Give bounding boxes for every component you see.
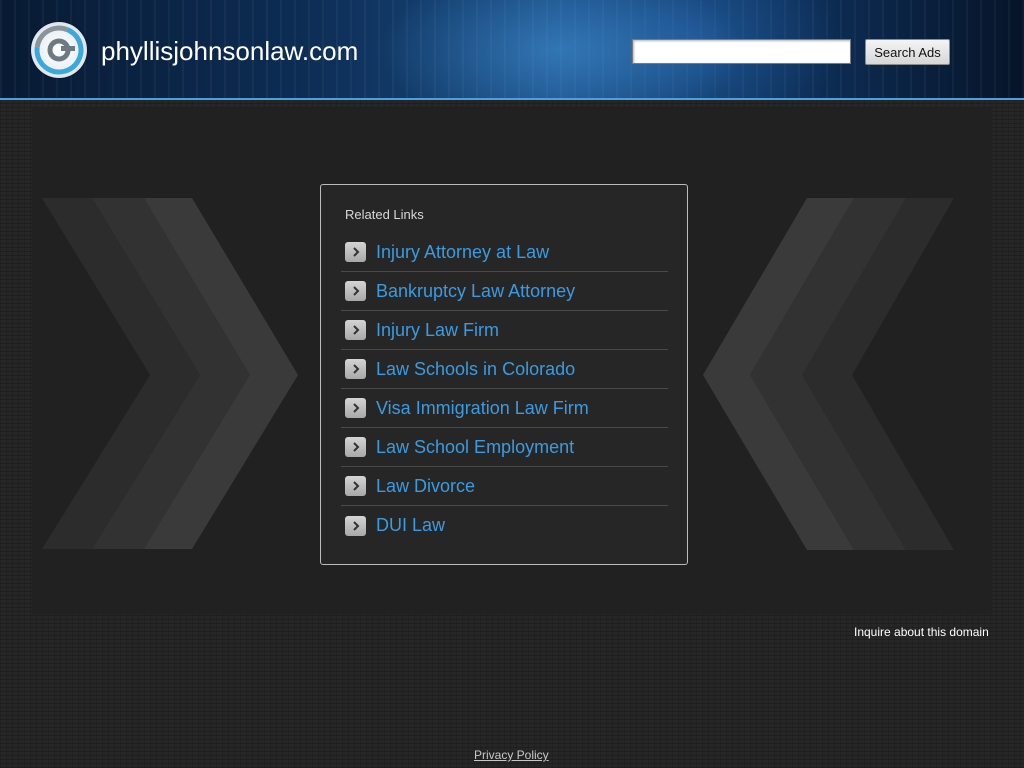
chevron-right-icon[interactable] xyxy=(345,476,366,496)
site-logo-icon xyxy=(31,22,87,78)
related-link-item[interactable]: Law Schools in Colorado xyxy=(341,350,668,389)
chevron-right-icon[interactable] xyxy=(345,515,366,536)
related-link-item[interactable]: Bankruptcy Law Attorney xyxy=(341,272,668,311)
related-link-label[interactable]: Visa Immigration Law Firm xyxy=(376,398,589,419)
site-header: phyllisjohnsonlaw.com Search Ads xyxy=(0,0,1024,100)
chevron-right-icon[interactable] xyxy=(345,281,366,301)
related-link-item[interactable]: Law School Employment xyxy=(341,428,668,467)
related-link-item[interactable]: Injury Attorney at Law xyxy=(341,233,668,272)
site-title: phyllisjohnsonlaw.com xyxy=(101,36,359,66)
inquire-domain-link[interactable]: Inquire about this domain xyxy=(854,625,989,639)
related-link-label[interactable]: Injury Law Firm xyxy=(376,320,499,341)
related-link-item[interactable]: Visa Immigration Law Firm xyxy=(341,389,668,428)
privacy-policy-link[interactable]: Privacy Policy xyxy=(474,748,549,762)
related-link-label[interactable]: Law Schools in Colorado xyxy=(376,359,575,380)
related-links-box: Related Links Injury Attorney at Law Ban… xyxy=(320,184,688,565)
related-link-item[interactable]: Injury Law Firm xyxy=(341,311,668,350)
chevron-right-icon[interactable] xyxy=(345,242,366,262)
related-link-label[interactable]: Law School Employment xyxy=(376,437,574,458)
search-ads-button[interactable]: Search Ads xyxy=(865,39,950,65)
chevron-right-icon[interactable] xyxy=(345,359,366,379)
chevron-right-icon[interactable] xyxy=(345,320,366,340)
related-link-label[interactable]: DUI Law xyxy=(376,515,445,536)
chevron-right-icon[interactable] xyxy=(345,437,366,457)
related-link-label[interactable]: Injury Attorney at Law xyxy=(376,242,549,263)
related-link-label[interactable]: Law Divorce xyxy=(376,476,475,497)
related-link-item[interactable]: Law Divorce xyxy=(341,467,668,506)
search-input[interactable] xyxy=(632,39,851,64)
related-link-item[interactable]: DUI Law xyxy=(341,506,668,545)
related-link-label[interactable]: Bankruptcy Law Attorney xyxy=(376,281,575,302)
related-links-title: Related Links xyxy=(345,207,424,222)
chevron-right-icon[interactable] xyxy=(345,398,366,418)
related-links-list: Injury Attorney at Law Bankruptcy Law At… xyxy=(341,233,668,545)
